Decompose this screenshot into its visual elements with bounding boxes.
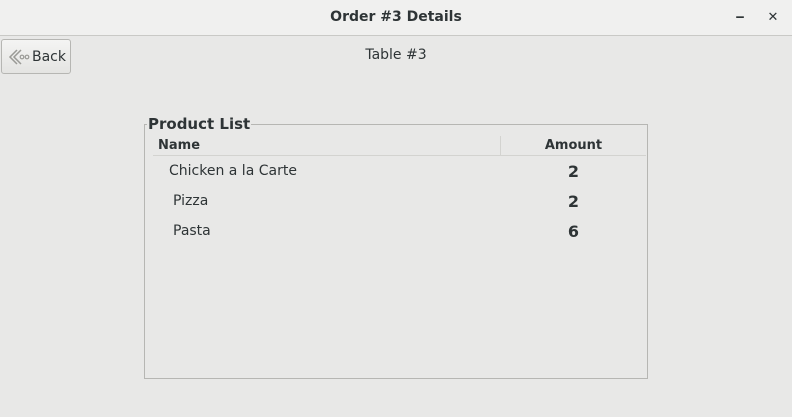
product-name: Chicken a la Carte <box>169 163 297 179</box>
list-row[interactable]: Pasta 6 <box>153 216 646 246</box>
minimize-button[interactable]: ‒ <box>730 8 750 28</box>
product-name: Pizza <box>173 193 209 209</box>
product-list-title: Product List <box>147 115 252 133</box>
table-label: Table #3 <box>365 47 427 63</box>
product-name: Pasta <box>173 223 211 239</box>
product-list[interactable]: Name Amount Chicken a la Carte 2 Pizza 2… <box>153 136 646 376</box>
column-header-name[interactable]: Name <box>158 138 200 153</box>
product-amount: 6 <box>567 222 580 241</box>
list-row[interactable]: Pizza 2 <box>153 186 646 216</box>
list-row[interactable]: Chicken a la Carte 2 <box>153 156 646 186</box>
title-bar: Order #3 Details ‒ ✕ <box>0 0 792 36</box>
product-amount: 2 <box>567 162 580 181</box>
list-header: Name Amount <box>153 136 646 156</box>
column-header-amount[interactable]: Amount <box>501 138 646 153</box>
product-amount: 2 <box>567 192 580 211</box>
window-title: Order #3 Details <box>330 9 462 25</box>
close-button[interactable]: ✕ <box>763 8 783 28</box>
